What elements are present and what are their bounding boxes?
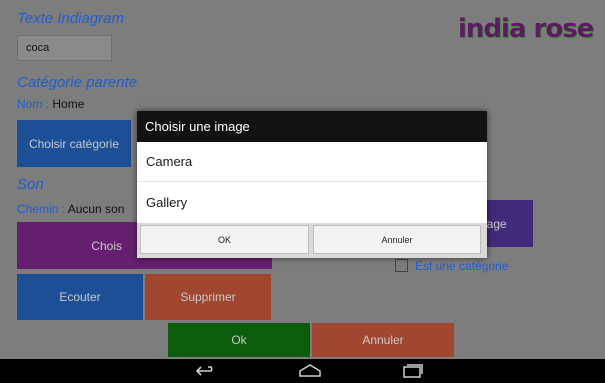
dialog-title: Choisir une image [137,111,487,142]
is-category-checkbox[interactable] [395,259,408,272]
category-name: Nom : Home [17,97,85,111]
sound-heading: Son [17,176,44,193]
cancel-button[interactable]: Annuler [312,323,454,357]
choose-category-button[interactable]: Choisir catégorie [17,120,131,167]
text-heading: Texte Indiagram [17,10,125,27]
is-category-label: Est une catégorie [415,259,509,273]
category-heading: Catégorie parente [17,74,138,91]
dialog-option-gallery[interactable]: Gallery [137,183,487,223]
text-input[interactable]: coca [17,35,112,61]
recents-icon[interactable] [402,363,424,378]
dialog-cancel-button[interactable]: Annuler [313,225,481,254]
delete-button[interactable]: Supprimer [145,274,271,320]
ok-button[interactable]: Ok [168,323,310,357]
dialog-ok-button[interactable]: OK [140,225,309,254]
home-icon[interactable] [298,364,322,378]
choose-image-dialog: Choisir une image Camera Gallery OK Annu… [137,111,487,258]
dialog-option-camera[interactable]: Camera [137,142,487,182]
navigation-bar [0,359,605,383]
dialog-button-bar: OK Annuler [137,223,487,258]
listen-button[interactable]: Ecouter [17,274,143,320]
back-icon[interactable] [196,364,218,378]
logo: india rose [458,14,594,44]
sound-path: Chemin : Aucun son [17,202,125,216]
